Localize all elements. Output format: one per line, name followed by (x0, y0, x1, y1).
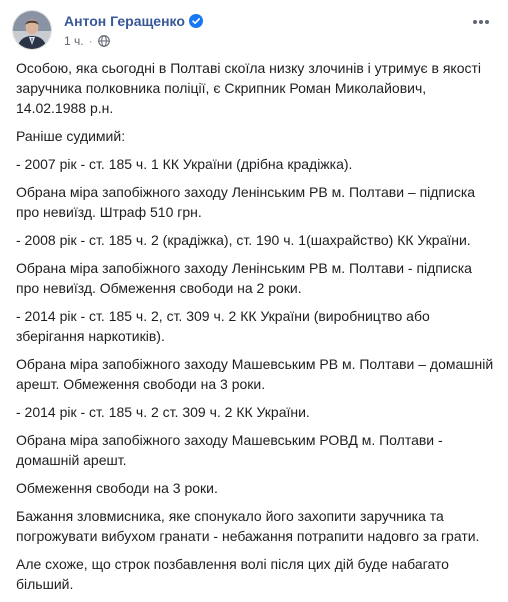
verified-badge-icon (188, 14, 203, 28)
post-paragraph: - 2014 рік - ст. 185 ч. 2, ст. 309 ч. 2 … (16, 308, 430, 344)
post-header: Антон Геращенко 1 ч. · (12, 10, 496, 54)
more-options-icon (473, 20, 489, 24)
post-paragraph: Але схоже, що строк позбавлення волі піс… (16, 556, 449, 592)
post-paragraph: Раніше судимий: (16, 128, 126, 144)
post-timestamp[interactable]: 1 ч. (64, 34, 84, 48)
post-paragraph: - 2008 рік - ст. 185 ч. 2 (крадіжка), ст… (16, 232, 471, 248)
post-paragraph: Обрана міра запобіжного заходу Машевськи… (16, 432, 443, 468)
author-name[interactable]: Антон Геращенко (64, 13, 185, 29)
post-paragraph: Обмеження свободи на 3 роки. (16, 480, 218, 496)
post-paragraph: Бажання зловмисника, яке спонукало його … (16, 508, 480, 544)
globe-icon[interactable] (97, 35, 110, 47)
post-paragraph: Особою, яка сьогодні в Полтаві скоїла ни… (16, 60, 482, 116)
more-options-button[interactable] (470, 14, 492, 30)
avatar[interactable] (12, 10, 52, 50)
post-paragraph: Обрана міра запобіжного заходу Ленінськи… (16, 184, 476, 220)
avatar-photo (13, 11, 51, 49)
post-paragraph: Обрана міра запобіжного заходу Машевськи… (16, 356, 494, 392)
meta-separator: · (88, 34, 93, 48)
author-line: Антон Геращенко (64, 12, 203, 30)
post-paragraph: Обрана міра запобіжного заходу Ленінськи… (16, 260, 472, 296)
post-body: Особою, яка сьогодні в Полтаві скоїла ни… (16, 58, 498, 602)
post-meta: 1 ч. · (64, 34, 203, 48)
author-block: Антон Геращенко 1 ч. · (64, 12, 203, 48)
post-paragraph: - 2014 рік - ст. 185 ч. 2 ст. 309 ч. 2 К… (16, 404, 310, 420)
post-paragraph: - 2007 рік - ст. 185 ч. 1 КК України (др… (16, 156, 353, 172)
